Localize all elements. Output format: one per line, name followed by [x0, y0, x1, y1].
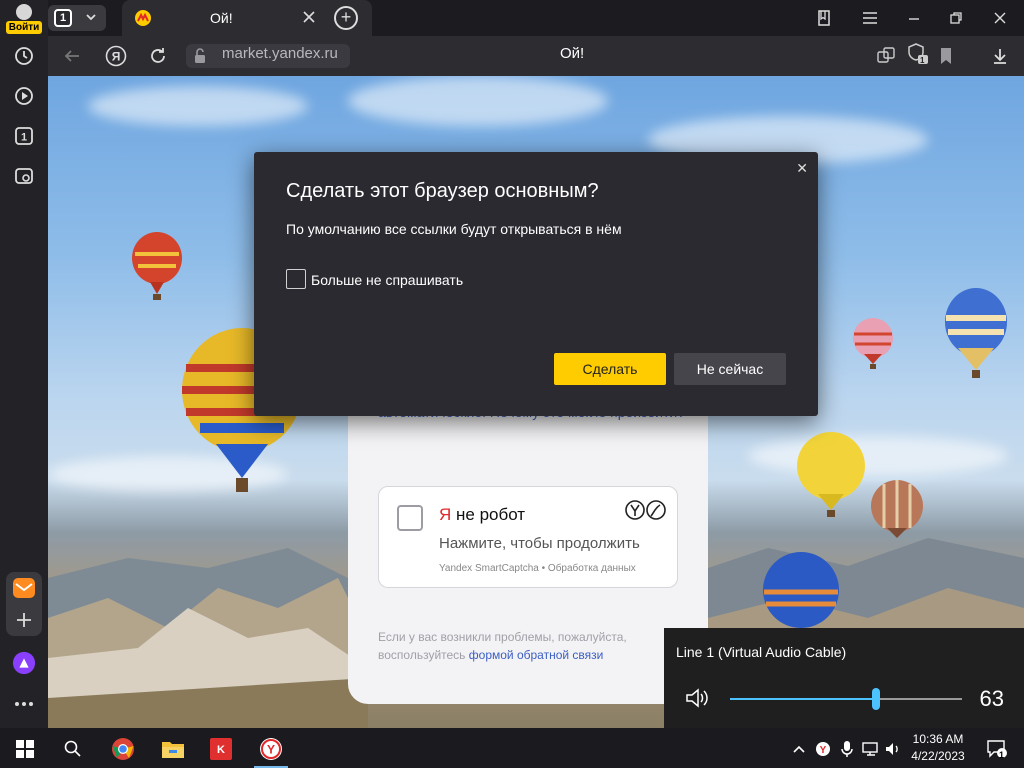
hot-air-balloon-icon	[871, 480, 923, 538]
yandex-browser-icon[interactable]: Y	[258, 736, 284, 762]
not-now-button[interactable]: Не сейчас	[674, 353, 786, 385]
bookmark-icon[interactable]	[934, 44, 958, 68]
smart-captcha-widget[interactable]: Я не робот Нажмите, чтобы продолжить Yan…	[378, 486, 678, 588]
reload-icon[interactable]	[146, 44, 170, 68]
default-browser-dialog: ✕ Сделать этот браузер основным? По умол…	[254, 152, 818, 416]
history-icon[interactable]	[12, 44, 36, 68]
login-label: Войти	[6, 21, 42, 34]
hot-air-balloon-icon	[132, 232, 182, 300]
shield-badge: 1	[920, 56, 925, 65]
windows-start-icon[interactable]	[12, 736, 38, 762]
notifications-icon[interactable]: 1	[984, 736, 1010, 762]
browser-sidebar: Войти 1	[0, 0, 48, 728]
system-clock[interactable]: 10:36 AM 4/22/2023	[906, 731, 970, 765]
add-widget-icon[interactable]	[12, 608, 36, 632]
feedback-link[interactable]: формой обратной связи	[469, 648, 604, 662]
tray-chevron-up-icon[interactable]	[786, 736, 812, 762]
dialog-subtitle: По умолчанию все ссылки будут открыватьс…	[286, 221, 622, 237]
rail-widgets-group	[6, 572, 42, 636]
close-icon[interactable]: ✕	[796, 160, 808, 177]
cloud	[748, 436, 1008, 476]
volume-slider[interactable]	[730, 688, 962, 710]
make-default-button[interactable]: Сделать	[554, 353, 666, 385]
url-text[interactable]: market.yandex.ru	[222, 45, 338, 62]
dont-ask-label[interactable]: Больше не спрашивать	[311, 272, 463, 288]
chrome-icon[interactable]	[110, 736, 136, 762]
alice-icon[interactable]	[12, 651, 36, 675]
svg-text:1: 1	[21, 132, 27, 144]
hot-air-balloon-icon	[853, 318, 893, 369]
clock-date: 4/22/2023	[911, 749, 965, 763]
download-icon[interactable]	[988, 44, 1012, 68]
yandex-logo-icon[interactable]: Я	[104, 44, 128, 68]
speaker-icon[interactable]	[684, 686, 710, 715]
close-window-icon[interactable]	[990, 8, 1010, 28]
play-icon[interactable]	[12, 84, 36, 108]
captcha-title-rest: не робот	[451, 505, 526, 524]
mail-icon[interactable]	[12, 576, 36, 600]
captcha-title: Я не робот	[439, 505, 525, 525]
tabs-count-icon[interactable]: 1	[12, 124, 36, 148]
svg-text:Я: Я	[112, 50, 121, 64]
menu-icon[interactable]	[860, 8, 880, 28]
captcha-brand-icon	[625, 500, 666, 520]
search-icon[interactable]	[60, 736, 86, 762]
chevron-down-icon	[84, 9, 98, 30]
tab-groups-button[interactable]: 1	[48, 5, 106, 31]
not-robot-checkbox[interactable]	[397, 505, 423, 531]
hot-air-balloon-icon	[763, 552, 839, 628]
file-explorer-icon[interactable]	[160, 736, 186, 762]
audio-device-name[interactable]: Line 1 (Virtual Audio Cable)	[676, 644, 846, 660]
notification-count: 1	[999, 750, 1005, 760]
restore-icon[interactable]	[946, 8, 966, 28]
tab-strip: 1 Ой! +	[48, 0, 1024, 36]
translate-icon[interactable]	[874, 44, 898, 68]
volume-flyout: Line 1 (Virtual Audio Cable) 63	[664, 628, 1024, 728]
captcha-subtitle: Нажмите, чтобы продолжить	[439, 535, 640, 552]
volume-value: 63	[979, 686, 1004, 711]
windows-taskbar: K Y Y 10:36 AM 4/22/2023 1	[0, 728, 1024, 768]
page-title: Ой!	[560, 45, 585, 62]
profile-button[interactable]: Войти	[6, 4, 42, 34]
yandex-market-favicon-icon	[134, 9, 152, 32]
close-tab-icon[interactable]	[302, 10, 316, 29]
new-tab-button[interactable]: +	[334, 6, 358, 30]
clock-time: 10:36 AM	[912, 732, 964, 746]
svg-text:Y: Y	[267, 743, 275, 757]
more-options-icon[interactable]	[12, 692, 36, 716]
kaspersky-icon[interactable]: K	[208, 736, 234, 762]
captcha-footer[interactable]: Yandex SmartCaptcha • Обработка данных	[439, 563, 636, 574]
tab-count: 1	[54, 9, 72, 27]
cloud	[348, 76, 608, 126]
microphone-icon[interactable]	[834, 736, 860, 762]
cloud	[88, 86, 308, 126]
bookmarks-panel-icon[interactable]	[814, 8, 834, 28]
svg-text:K: K	[217, 744, 225, 756]
dialog-title: Сделать этот браузер основным?	[286, 180, 599, 202]
volume-slider-fill	[730, 698, 877, 700]
help-text: Если у вас возникли проблемы, пожалуйста…	[378, 628, 678, 664]
captcha-title-ya: Я	[439, 505, 452, 524]
hot-air-balloon-icon	[797, 432, 865, 517]
volume-slider-thumb[interactable]	[872, 688, 881, 710]
dont-ask-checkbox[interactable]	[286, 269, 306, 289]
address-bar: Я market.yandex.ru Ой! 1	[48, 36, 1024, 76]
tray-yandex-icon[interactable]: Y	[810, 736, 836, 762]
captcha-card: автоматические. Почему это могло произой…	[348, 396, 708, 704]
hot-air-balloon-icon	[945, 288, 1007, 378]
screenshot-icon[interactable]	[12, 164, 36, 188]
lock-icon[interactable]	[188, 44, 212, 68]
svg-text:Y: Y	[820, 745, 827, 756]
protect-shield-icon[interactable]: 1	[906, 42, 930, 66]
tab-title: Ой!	[210, 10, 233, 26]
back-arrow-icon[interactable]	[60, 44, 84, 68]
minimize-icon[interactable]	[904, 8, 924, 28]
volume-tray-icon[interactable]	[880, 736, 906, 762]
user-avatar-icon	[16, 4, 32, 20]
